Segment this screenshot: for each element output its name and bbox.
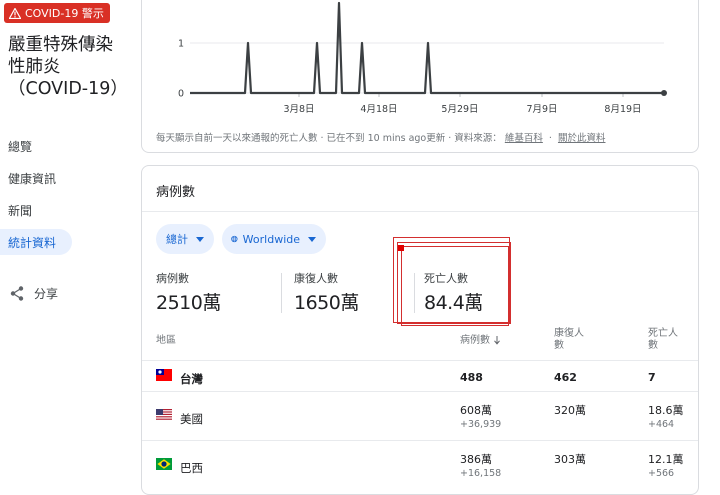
- dropdown-caret-icon: [308, 237, 316, 242]
- deaths-value: 12.1萬: [648, 451, 684, 467]
- divider: [142, 440, 698, 441]
- source-note-text: 每天顯示自前一天以來通報的死亡人數 · 已在不到 10 mins ago更新 ·…: [156, 133, 502, 144]
- deaths-chart-card: 0 1 3月8日 4月18日 5月29日 7月9日 8月19日 每天顯示自前一天以來通報的死…: [141, 0, 699, 153]
- disease-title-line: （COVID-19）: [8, 78, 136, 100]
- deaths-series-line: [190, 3, 664, 93]
- filter-label: 總計: [166, 231, 188, 247]
- metric-recovered[interactable]: 康復人數 1650萬: [294, 270, 359, 315]
- wikipedia-link[interactable]: 維基百科: [505, 133, 543, 144]
- recovered-value: 303萬: [554, 451, 586, 467]
- column-header-cases[interactable]: 病例數: [460, 335, 501, 347]
- brazil-flag-icon: [156, 458, 172, 470]
- selection-handle: [398, 245, 404, 251]
- globe-icon: [231, 232, 238, 246]
- column-header-deaths[interactable]: 死亡人 數: [648, 328, 678, 352]
- warning-icon: [9, 8, 21, 19]
- y-tick-label: 0: [178, 89, 184, 100]
- cases-stats-card: 病例數 總計 Worldwide 病例數 2510萬 康復人數 1650萬 死亡…: [141, 165, 699, 495]
- metric-label: 死亡人數: [424, 270, 483, 286]
- disease-title-line: 性肺炎: [8, 56, 136, 78]
- metric-value: 2510萬: [156, 288, 221, 315]
- divider: [142, 391, 698, 392]
- nav-item-health-info[interactable]: 健康資訊: [0, 165, 130, 191]
- column-header-line: 死亡人: [648, 328, 678, 340]
- card-title: 病例數: [156, 181, 195, 200]
- x-tick-label: 8月19日: [604, 104, 641, 115]
- divider: [281, 273, 282, 313]
- share-label: 分享: [34, 285, 58, 302]
- alert-label: COVID-19 警示: [25, 5, 104, 21]
- share-icon: [10, 286, 24, 301]
- column-header-recovered[interactable]: 康復人 數: [554, 328, 584, 352]
- deaths-line-chart[interactable]: 0 1 3月8日 4月18日 5月29日 7月9日 8月19日: [142, 0, 700, 128]
- usa-flag-icon: [156, 409, 172, 421]
- country-name: 台灣: [180, 371, 203, 387]
- chart-source-note: 每天顯示自前一天以來通報的死亡人數 · 已在不到 10 mins ago更新 ·…: [156, 130, 605, 144]
- recovered-value: 462: [554, 371, 577, 384]
- metric-deaths[interactable]: 死亡人數 84.4萬: [424, 270, 483, 315]
- nav-item-news[interactable]: 新聞: [0, 197, 130, 223]
- about-data-link[interactable]: 關於此資料: [558, 133, 606, 144]
- side-nav: 總覽 健康資訊 新聞 統計資料: [0, 133, 130, 261]
- metric-label: 病例數: [156, 270, 221, 286]
- divider: [414, 273, 415, 313]
- cases-delta: +16,158: [460, 468, 501, 479]
- recovered-value: 320萬: [554, 402, 586, 418]
- deaths-value: 7: [648, 371, 656, 384]
- country-name: 巴西: [180, 460, 203, 476]
- disease-title-line: 嚴重特殊傳染: [8, 34, 136, 56]
- cases-value: 386萬: [460, 451, 492, 467]
- country-name: 美國: [180, 411, 203, 427]
- divider: [142, 360, 698, 361]
- nav-item-label: 統計資料: [8, 234, 56, 251]
- covid-alert-badge[interactable]: COVID-19 警示: [4, 3, 110, 23]
- disease-title: 嚴重特殊傳染 性肺炎 （COVID-19）: [8, 34, 136, 100]
- filter-label: Worldwide: [243, 233, 300, 246]
- nav-item-statistics[interactable]: 統計資料: [0, 229, 72, 255]
- link-separator: ·: [546, 133, 555, 144]
- deaths-delta: +566: [648, 468, 674, 479]
- column-header-region[interactable]: 地區: [156, 335, 176, 347]
- x-tick-label: 4月18日: [360, 104, 397, 115]
- metric-value: 1650萬: [294, 288, 359, 315]
- region-filter-dropdown[interactable]: Worldwide: [222, 224, 326, 254]
- column-header-label: 病例數: [460, 335, 490, 346]
- column-header-line: 數: [554, 340, 584, 352]
- x-tick-label: 3月8日: [283, 104, 314, 115]
- column-header-line: 數: [648, 340, 678, 352]
- cases-value: 488: [460, 371, 483, 384]
- column-header-line: 康復人: [554, 328, 584, 340]
- metric-label: 康復人數: [294, 270, 359, 286]
- x-tick-label: 5月29日: [441, 104, 478, 115]
- share-button[interactable]: 分享: [10, 285, 58, 302]
- arrow-down-icon: [493, 335, 501, 345]
- deaths-value: 18.6萬: [648, 402, 684, 418]
- cases-value: 608萬: [460, 402, 492, 418]
- nav-item-overview[interactable]: 總覽: [0, 133, 130, 159]
- metric-value: 84.4萬: [424, 288, 483, 315]
- y-tick-label: 1: [178, 39, 184, 50]
- taiwan-flag-icon: [156, 369, 172, 381]
- nav-item-label: 新聞: [8, 202, 32, 219]
- deaths-delta: +464: [648, 419, 674, 430]
- metric-cases[interactable]: 病例數 2510萬: [156, 270, 221, 315]
- cases-delta: +36,939: [460, 419, 501, 430]
- x-tick-label: 7月9日: [526, 104, 557, 115]
- total-filter-dropdown[interactable]: 總計: [156, 224, 214, 254]
- series-end-dot: [661, 90, 667, 96]
- nav-item-label: 健康資訊: [8, 170, 56, 187]
- nav-item-label: 總覽: [8, 138, 32, 155]
- dropdown-caret-icon: [196, 237, 204, 242]
- divider: [142, 211, 698, 212]
